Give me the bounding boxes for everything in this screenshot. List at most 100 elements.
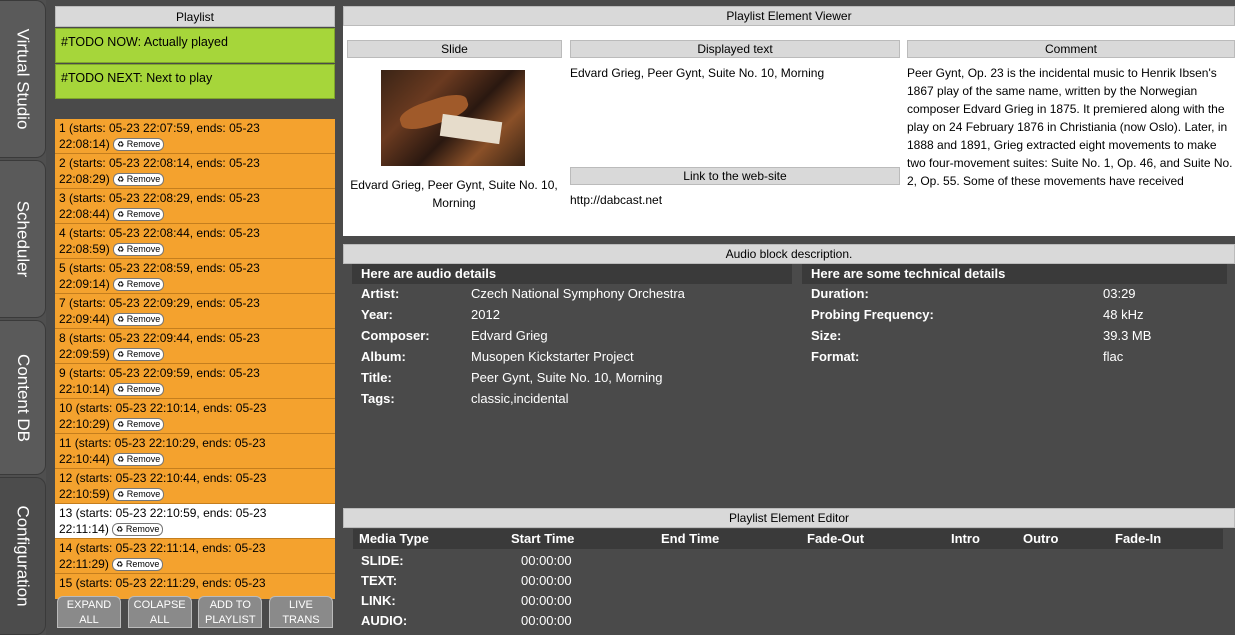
editor-start-time[interactable]: 00:00:00 — [521, 593, 572, 608]
remove-button[interactable]: ♻ Remove — [112, 557, 164, 571]
playlist-item-time: 4 (starts: 05-23 22:08:44, ends: 05-23 — [59, 226, 260, 240]
recycle-icon: ♻ — [117, 174, 125, 184]
audio-detail-label: Title: — [361, 370, 392, 385]
playlist-item-end: 22:08:29) — [59, 171, 110, 186]
remove-button[interactable]: ♻ Remove — [113, 487, 165, 501]
remove-label: Remove — [126, 243, 161, 254]
editor-media-type: AUDIO: — [361, 613, 408, 628]
button-line1: LIVE — [289, 599, 313, 611]
button-line2: ALL — [149, 614, 170, 626]
remove-button[interactable]: ♻ Remove — [113, 382, 165, 396]
side-tabs: Virtual Studio Scheduler Content DB Conf… — [0, 0, 46, 635]
editor-start-time[interactable]: 00:00:00 — [521, 613, 572, 628]
web-link[interactable]: http://dabcast.net — [570, 191, 662, 209]
audio-detail-label: Album: — [361, 349, 406, 364]
remove-button[interactable]: ♻ Remove — [113, 242, 165, 256]
playlist-item-time: 13 (starts: 05-23 22:10:59, ends: 05-23 — [59, 506, 267, 520]
playlist-item[interactable]: 5 (starts: 05-23 22:08:59, ends: 05-23 22… — [55, 259, 335, 294]
editor-column-header: Fade-In — [1109, 529, 1223, 549]
playlist-item[interactable]: 2 (starts: 05-23 22:08:14, ends: 05-23 22… — [55, 154, 335, 189]
comment-header: Comment — [907, 40, 1235, 58]
playlist-item-time: 1 (starts: 05-23 22:07:59, ends: 05-23 — [59, 121, 260, 135]
audio-detail-label: Artist: — [361, 286, 400, 301]
remove-label: Remove — [126, 313, 161, 324]
playlist-button-1[interactable]: COLAPSE ALL — [127, 596, 192, 628]
editor-media-type: LINK: — [361, 593, 396, 608]
tab-scheduler[interactable]: Scheduler — [0, 160, 46, 318]
playlist-button-3[interactable]: LIVE TRANS — [268, 596, 333, 628]
editor-start-time[interactable]: 00:00:00 — [521, 573, 572, 588]
tech-detail-value: 39.3 MB — [1103, 328, 1152, 343]
remove-button[interactable]: ♻ Remove — [113, 347, 165, 361]
editor-column-header: Start Time — [505, 529, 655, 549]
audio-detail-label: Year: — [361, 307, 393, 322]
playlist-item[interactable]: 8 (starts: 05-23 22:09:44, ends: 05-23 22… — [55, 329, 335, 364]
editor-column-header: Media Type — [353, 529, 505, 549]
playlist-item-end: 22:10:29) — [59, 416, 110, 431]
element-editor: Playlist Element Editor Media Type Start … — [343, 508, 1235, 635]
remove-button[interactable]: ♻ Remove — [113, 137, 165, 151]
remove-button[interactable]: ♻ Remove — [113, 207, 165, 221]
tab-content-db-label: Content DB — [13, 353, 33, 442]
playlist-item-time: 2 (starts: 05-23 22:08:14, ends: 05-23 — [59, 156, 260, 170]
playlist-item[interactable]: 11 (starts: 05-23 22:10:29, ends: 05-23 2… — [55, 434, 335, 469]
playlist-item-time: 12 (starts: 05-23 22:10:44, ends: 05-23 — [59, 471, 267, 485]
editor-media-type: SLIDE: — [361, 553, 404, 568]
playlist-item[interactable]: 9 (starts: 05-23 22:09:59, ends: 05-23 22… — [55, 364, 335, 399]
remove-button[interactable]: ♻ Remove — [113, 452, 165, 466]
playlist-item-time: 8 (starts: 05-23 22:09:44, ends: 05-23 — [59, 331, 260, 345]
audio-detail-label: Composer: — [361, 328, 430, 343]
recycle-icon: ♻ — [117, 454, 125, 464]
recycle-icon: ♻ — [117, 209, 125, 219]
playlist-item[interactable]: 4 (starts: 05-23 22:08:44, ends: 05-23 22… — [55, 224, 335, 259]
remove-button[interactable]: ♻ Remove — [113, 417, 165, 431]
playlist-item[interactable]: 13 (starts: 05-23 22:10:59, ends: 05-23 2… — [55, 504, 335, 539]
remove-label: Remove — [126, 138, 161, 149]
slide-caption: Edvard Grieg, Peer Gynt, Suite No. 10, M… — [350, 178, 558, 210]
tech-detail-label: Probing Frequency: — [811, 307, 934, 322]
remove-button[interactable]: ♻ Remove — [112, 522, 164, 536]
playlist-title: Playlist — [55, 6, 335, 27]
remove-label: Remove — [125, 558, 160, 569]
remove-label: Remove — [126, 453, 161, 464]
remove-label: Remove — [126, 488, 161, 499]
button-line2: PLAYLIST — [205, 614, 256, 626]
tech-detail-value: flac — [1103, 349, 1124, 364]
remove-label: Remove — [126, 208, 161, 219]
editor-column-header: End Time — [655, 529, 801, 549]
now-playing: #TODO NOW: Actually played — [55, 28, 335, 63]
playlist-item-time: 15 (starts: 05-23 22:11:29, ends: 05-23 — [59, 576, 266, 590]
recycle-icon: ♻ — [117, 384, 125, 394]
playlist-panel: Playlist #TODO NOW: Actually played #TOD… — [55, 6, 335, 632]
playlist-item[interactable]: 3 (starts: 05-23 22:08:29, ends: 05-23 22… — [55, 189, 335, 224]
playlist-item[interactable]: 10 (starts: 05-23 22:10:14, ends: 05-23 2… — [55, 399, 335, 434]
editor-start-time[interactable]: 00:00:00 — [521, 553, 572, 568]
audio-detail-value: Czech National Symphony Orchestra — [471, 286, 685, 301]
playlist-buttons: EXPAND ALL COLAPSE ALL ADD TO PLAYLIST LIVE TRA… — [55, 596, 335, 628]
playlist-button-2[interactable]: ADD TO PLAYLIST — [198, 596, 263, 628]
playlist-item[interactable]: 14 (starts: 05-23 22:11:14, ends: 05-23 2… — [55, 539, 335, 574]
tech-details-header: Here are some technical details — [802, 264, 1227, 284]
recycle-icon: ♻ — [117, 419, 125, 429]
playlist-item-time: 5 (starts: 05-23 22:08:59, ends: 05-23 — [59, 261, 260, 275]
playlist-item-time: 7 (starts: 05-23 22:09:29, ends: 05-23 — [59, 296, 260, 310]
button-line1: EXPAND — [66, 599, 112, 611]
playlist-items[interactable]: 1 (starts: 05-23 22:07:59, ends: 05-23 22… — [55, 119, 335, 599]
tab-configuration[interactable]: Configuration — [0, 477, 46, 635]
slide-header: Slide — [347, 40, 562, 58]
remove-button[interactable]: ♻ Remove — [113, 172, 165, 186]
playlist-item[interactable]: 1 (starts: 05-23 22:07:59, ends: 05-23 22… — [55, 119, 335, 154]
remove-label: Remove — [125, 523, 160, 534]
editor-column-header: Outro — [1017, 529, 1109, 549]
audio-detail-value: Edvard Grieg — [471, 328, 548, 343]
playlist-item[interactable]: 12 (starts: 05-23 22:10:44, ends: 05-23 2… — [55, 469, 335, 504]
playlist-item-time: 14 (starts: 05-23 22:11:14, ends: 05-23 — [59, 541, 266, 555]
playlist-button-0[interactable]: EXPAND ALL — [57, 596, 121, 628]
playlist-item-end: 22:10:44) — [59, 451, 110, 466]
tab-content-db[interactable]: Content DB — [0, 320, 46, 475]
remove-button[interactable]: ♻ Remove — [113, 312, 165, 326]
playlist-item-end: 22:08:59) — [59, 241, 110, 256]
tab-virtual-studio[interactable]: Virtual Studio — [0, 0, 46, 158]
playlist-item[interactable]: 7 (starts: 05-23 22:09:29, ends: 05-23 22… — [55, 294, 335, 329]
remove-button[interactable]: ♻ Remove — [113, 277, 165, 291]
